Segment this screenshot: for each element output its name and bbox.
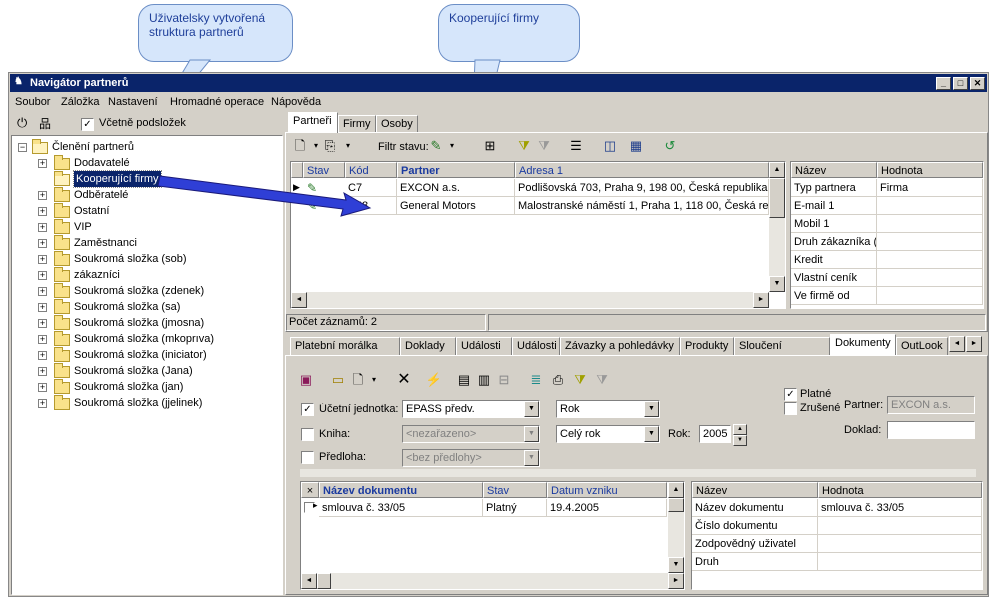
annotation-arrow <box>157 175 372 217</box>
tab-bottom[interactable]: Dokumenty <box>830 334 896 355</box>
tab-partneri[interactable]: Partneři <box>288 112 338 133</box>
